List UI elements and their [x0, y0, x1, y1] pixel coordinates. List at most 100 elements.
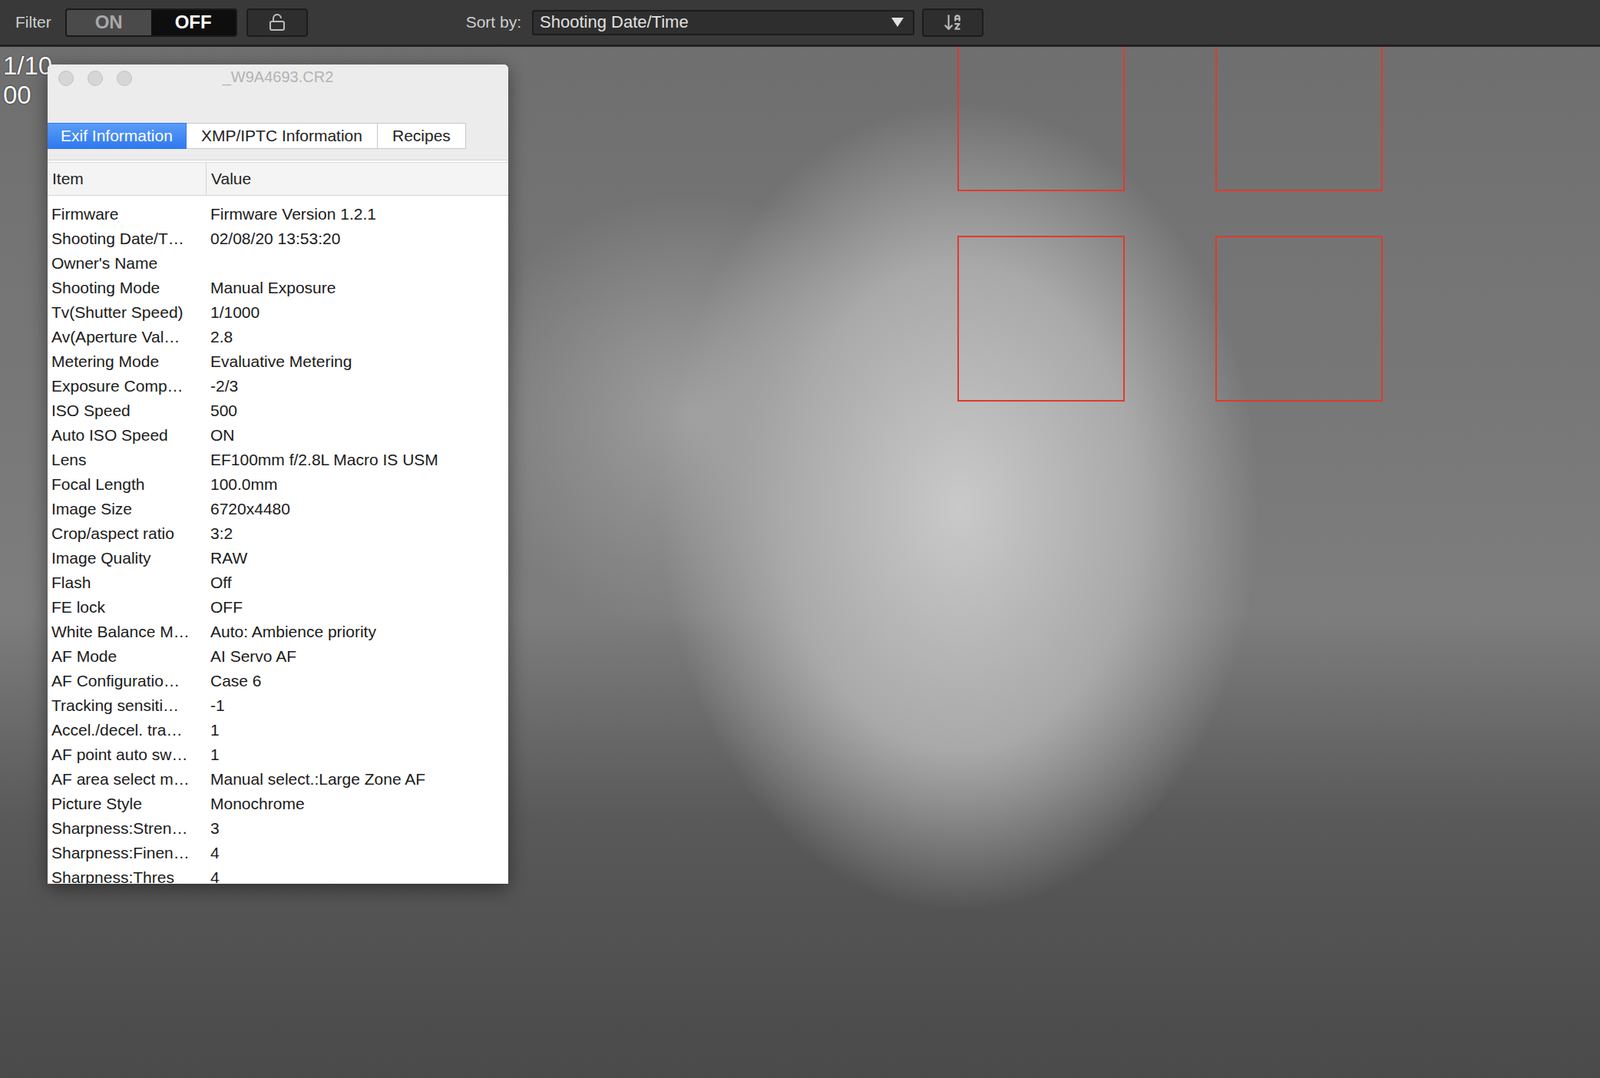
- sort-label: Sort by:: [466, 13, 522, 32]
- tab[interactable]: Recipes: [377, 122, 467, 149]
- value-cell: EF100mm f/2.8L Macro IS USM: [205, 450, 509, 470]
- value-cell: 1/1000: [205, 303, 509, 322]
- value-cell: 4: [205, 868, 509, 884]
- value-cell: 02/08/20 13:53:20: [205, 229, 509, 248]
- tab-strip: Exif InformationXMP/IPTC InformationReci…: [47, 89, 509, 161]
- table-row[interactable]: Crop/aspect ratio3:2: [47, 521, 509, 546]
- table-row[interactable]: Exposure Comp…-2/3: [47, 373, 509, 399]
- zoom-button[interactable]: [116, 70, 133, 86]
- item-cell: Shooting Mode: [47, 278, 206, 298]
- window-controls: [58, 70, 133, 86]
- value-cell: 2.8: [205, 327, 509, 347]
- filter-toggle[interactable]: ONOFF: [65, 8, 238, 37]
- table-row[interactable]: Shooting ModeManual Exposure: [47, 275, 509, 301]
- item-cell: Accel./decel. tra…: [47, 720, 206, 740]
- table-row[interactable]: Image Size6720x4480: [47, 496, 509, 522]
- title-bar[interactable]: _W9A4693.CR2: [47, 64, 509, 90]
- value-cell: Manual Exposure: [205, 278, 509, 298]
- value-cell: OFF: [205, 598, 509, 617]
- table-row[interactable]: White Balance M…Auto: Ambience priority: [47, 619, 509, 645]
- item-cell: Image Size: [47, 499, 206, 519]
- table-row[interactable]: FE lockOFF: [47, 595, 509, 620]
- item-cell: Crop/aspect ratio: [47, 524, 206, 543]
- tab[interactable]: Exif Information: [47, 122, 187, 149]
- item-cell: Metering Mode: [47, 352, 206, 371]
- item-cell: Firmware: [47, 204, 206, 224]
- value-cell: ON: [205, 426, 509, 445]
- table-row[interactable]: Owner's Name: [47, 251, 509, 276]
- item-cell: Tracking sensiti…: [47, 696, 206, 715]
- table-row[interactable]: Sharpness:Finen…4: [47, 840, 509, 866]
- item-cell: White Balance M…: [47, 622, 206, 642]
- lock-button[interactable]: [246, 8, 308, 37]
- window-title: _W9A4693.CR2: [222, 68, 334, 86]
- item-cell: AF point auto sw…: [47, 745, 206, 764]
- dropdown-arrow-icon: [891, 17, 904, 27]
- column-header[interactable]: Value: [205, 162, 509, 196]
- toolbar: Filter ONOFF Sort by: Shooting Date/Time: [0, 0, 1600, 47]
- filter-option[interactable]: ON: [66, 9, 152, 36]
- value-cell: -1: [205, 696, 509, 715]
- table-row[interactable]: ISO Speed500: [47, 398, 509, 424]
- viewer-page: FilterONOFFSort by:Shooting Date/Time1/1…: [0, 0, 1600, 1078]
- table-row[interactable]: AF point auto sw…1: [47, 742, 509, 767]
- table-row[interactable]: Sharpness:Stren…3: [47, 816, 509, 841]
- value-cell: RAW: [205, 548, 509, 568]
- item-cell: AF Configuratio…: [47, 671, 206, 691]
- tab[interactable]: XMP/IPTC Information: [186, 122, 378, 149]
- table-row[interactable]: Image QualityRAW: [47, 545, 509, 571]
- item-cell: Image Quality: [47, 548, 206, 568]
- value-cell: -2/3: [205, 376, 509, 396]
- close-button[interactable]: [58, 70, 74, 86]
- value-cell: Manual select.:Large Zone AF: [205, 770, 509, 789]
- table-row[interactable]: Auto ISO SpeedON: [47, 423, 509, 448]
- sort-dropdown[interactable]: Shooting Date/Time: [532, 9, 915, 36]
- table-row[interactable]: Metering ModeEvaluative Metering: [47, 349, 509, 374]
- table-header: ItemValue: [47, 161, 509, 196]
- table-row[interactable]: Picture StyleMonochrome: [47, 791, 509, 817]
- table-row[interactable]: LensEF100mm f/2.8L Macro IS USM: [47, 447, 509, 473]
- table-row[interactable]: Sharpness:Thres4: [47, 865, 509, 884]
- table-row[interactable]: Av(Aperture Val…2.8: [47, 324, 509, 350]
- exposure-overlay: 1/1000: [3, 51, 53, 110]
- af-point: [1215, 235, 1383, 402]
- table-row[interactable]: FirmwareFirmware Version 1.2.1: [47, 201, 509, 227]
- af-point: [1215, 46, 1383, 192]
- value-cell: 1: [205, 720, 509, 740]
- filter-option[interactable]: OFF: [151, 9, 236, 36]
- item-cell: FE lock: [47, 598, 206, 617]
- item-cell: Owner's Name: [47, 254, 206, 273]
- exif-table: ItemValueFirmwareFirmware Version 1.2.1S…: [47, 161, 509, 884]
- column-header[interactable]: Item: [47, 162, 206, 196]
- value-cell: Auto: Ambience priority: [205, 622, 509, 642]
- info-window[interactable]: _W9A4693.CR2 Exif InformationXMP/IPTC Inf…: [47, 64, 509, 884]
- table-row[interactable]: Tracking sensiti…-1: [47, 693, 509, 718]
- af-point: [957, 46, 1125, 192]
- table-row[interactable]: AF ModeAI Servo AF: [47, 644, 509, 669]
- sort-direction-button[interactable]: [922, 8, 984, 37]
- table-row[interactable]: Focal Length100.0mm: [47, 472, 509, 497]
- value-cell: AI Servo AF: [205, 647, 509, 666]
- value-cell: Evaluative Metering: [205, 352, 509, 371]
- table-row[interactable]: Accel./decel. tra…1: [47, 717, 509, 743]
- table-row[interactable]: AF Configuratio…Case 6: [47, 668, 509, 694]
- item-cell: Lens: [47, 450, 206, 470]
- table-row[interactable]: Shooting Date/T…02/08/20 13:53:20: [47, 226, 509, 252]
- af-points: [957, 46, 1383, 402]
- table-row[interactable]: AF area select m…Manual select.:Large Zo…: [47, 766, 509, 792]
- item-cell: Sharpness:Thres: [47, 868, 206, 884]
- item-cell: ISO Speed: [47, 401, 206, 420]
- af-point: [957, 235, 1125, 402]
- filter-label: Filter: [15, 13, 52, 32]
- table-row[interactable]: FlashOff: [47, 570, 509, 596]
- table-row[interactable]: Tv(Shutter Speed)1/1000: [47, 300, 509, 325]
- sort-value: Shooting Date/Time: [539, 12, 689, 33]
- minimize-button[interactable]: [87, 70, 103, 86]
- item-cell: Sharpness:Finen…: [47, 843, 206, 863]
- value-cell: Case 6: [205, 671, 509, 691]
- value-cell: 4: [205, 843, 509, 863]
- value-cell: 3: [205, 819, 509, 838]
- item-cell: Flash: [47, 573, 206, 592]
- value-cell: Off: [205, 573, 509, 592]
- value-cell: 3:2: [205, 524, 509, 543]
